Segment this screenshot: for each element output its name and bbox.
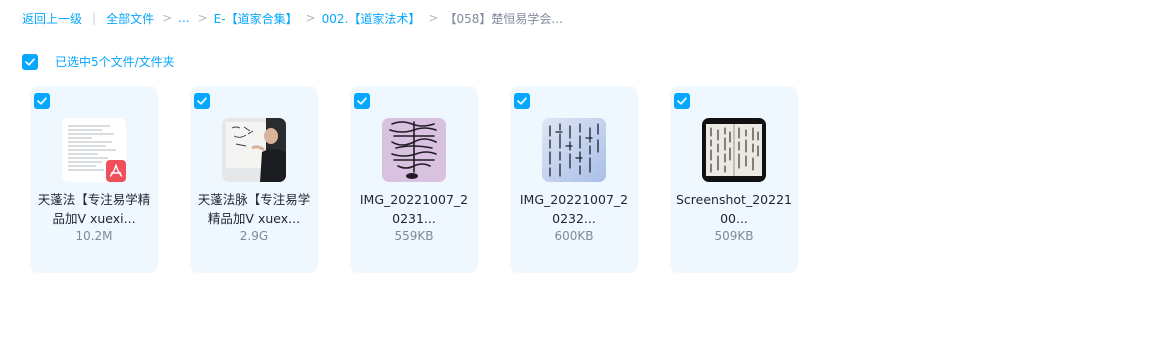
breadcrumb-current-folder: 【058】楚恒易学会... [444, 11, 563, 26]
select-all-checkbox[interactable] [22, 53, 38, 70]
chevron-right-icon: > [197, 11, 208, 25]
checkmark-icon [517, 97, 527, 105]
file-size: 559KB [394, 229, 434, 243]
chevron-right-icon: > [305, 11, 316, 25]
file-name[interactable]: 天蓬法脉【专注易学精品加V xuex... [196, 190, 312, 228]
chevron-right-icon: > [428, 11, 439, 25]
image-thumbnail [542, 118, 606, 182]
file-name[interactable]: IMG_20221007_20232... [516, 190, 632, 228]
chevron-right-icon: > [162, 11, 173, 25]
file-name[interactable]: IMG_20221007_20231... [356, 190, 472, 228]
video-thumbnail [222, 118, 286, 182]
all-files-link[interactable]: 全部文件 [106, 10, 154, 27]
breadcrumb-folder-daoist-collection[interactable]: E-【道家合集】 [214, 10, 298, 27]
file-size: 600KB [554, 229, 594, 243]
selection-count-label: 已选中5个文件/文件夹 [55, 55, 175, 69]
image-thumbnail [382, 118, 446, 182]
file-checkbox[interactable] [674, 93, 690, 109]
file-card[interactable]: Screenshot_2022100... 509KB [670, 86, 798, 273]
file-checkbox[interactable] [354, 93, 370, 109]
back-link[interactable]: 返回上一级 [22, 10, 82, 27]
file-name[interactable]: Screenshot_2022100... [676, 190, 792, 228]
checkmark-icon [677, 97, 687, 105]
file-checkbox[interactable] [514, 93, 530, 109]
breadcrumb-divider: | [92, 11, 97, 25]
file-size: 10.2M [75, 229, 113, 243]
file-size: 2.9G [239, 229, 269, 243]
file-name[interactable]: 天蓬法【专注易学精品加V xuexi... [36, 190, 152, 228]
checkmark-icon [25, 57, 35, 66]
pdf-icon [106, 160, 126, 182]
file-size: 509KB [714, 229, 754, 243]
file-card[interactable]: IMG_20221007_20232... 600KB [510, 86, 638, 273]
image-thumbnail [702, 118, 766, 182]
checkmark-icon [357, 97, 367, 105]
checkmark-icon [37, 97, 47, 105]
checkmark-icon [197, 97, 207, 105]
file-card[interactable]: 天蓬法脉【专注易学精品加V xuex... 2.9G [190, 86, 318, 273]
file-checkbox[interactable] [194, 93, 210, 109]
selection-bar: 已选中5个文件/文件夹 [22, 53, 175, 70]
file-card[interactable]: IMG_20221007_20231... 559KB [350, 86, 478, 273]
file-card[interactable]: 天蓬法【专注易学精品加V xuexi... 10.2M [30, 86, 158, 273]
file-checkbox[interactable] [34, 93, 50, 109]
breadcrumb-ellipsis[interactable]: ... [178, 11, 189, 25]
breadcrumb: 返回上一级 | 全部文件 > ... > E-【道家合集】 > 002.【道家法… [22, 10, 563, 26]
breadcrumb-folder-daoist-magic[interactable]: 002.【道家法术】 [322, 10, 421, 27]
